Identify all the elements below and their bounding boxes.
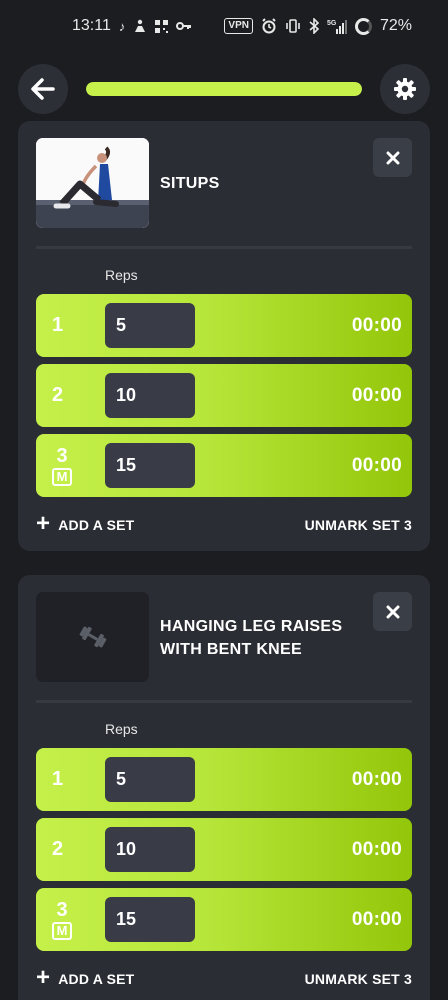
- reps-input[interactable]: 15: [105, 443, 195, 488]
- set-timer: 00:00: [351, 314, 402, 336]
- unmark-set-button[interactable]: UNMARK SET 3: [305, 517, 412, 533]
- svg-text:5G: 5G: [327, 20, 337, 27]
- exercise-thumbnail[interactable]: [36, 592, 149, 682]
- reps-input[interactable]: 5: [105, 757, 195, 802]
- person-icon: [133, 19, 147, 33]
- card-footer: + ADD A SET UNMARK SET 3: [36, 951, 412, 1000]
- back-button[interactable]: [18, 64, 68, 114]
- set-number: 3 M: [52, 434, 72, 497]
- status-right: VPN 5G 72%: [224, 17, 412, 35]
- arrow-left-icon: [31, 78, 55, 100]
- add-set-label: ADD A SET: [58, 971, 135, 987]
- settings-button[interactable]: [380, 64, 430, 114]
- set-number-label: 1: [52, 314, 64, 336]
- battery-icon: [354, 17, 372, 35]
- exercise-header: SITUPS: [36, 121, 412, 246]
- exercise-card-hanging-leg-raises: HANGING LEG RAISES WITH BENT KNEE Reps 1…: [18, 575, 430, 1000]
- reps-input[interactable]: 5: [105, 303, 195, 348]
- set-row[interactable]: 2 10 00:00: [36, 364, 412, 427]
- exercise-thumbnail[interactable]: [36, 138, 149, 228]
- set-row[interactable]: 3 M 15 00:00: [36, 888, 412, 951]
- exercise-title: SITUPS: [160, 175, 220, 192]
- remove-exercise-button[interactable]: [373, 592, 412, 631]
- reps-input[interactable]: 10: [105, 827, 195, 872]
- bluetooth-icon: [309, 18, 319, 34]
- set-row[interactable]: 1 5 00:00: [36, 294, 412, 357]
- vpn-icon: VPN: [224, 18, 253, 34]
- set-number-label: 2: [52, 838, 64, 860]
- set-timer: 00:00: [351, 768, 402, 790]
- set-row[interactable]: 1 5 00:00: [36, 748, 412, 811]
- dumbbell-icon: [79, 626, 106, 648]
- marked-set-badge: M: [52, 467, 72, 486]
- situps-illustration: [36, 138, 149, 228]
- unmark-set-button[interactable]: UNMARK SET 3: [305, 971, 412, 987]
- top-bar: [18, 64, 430, 114]
- add-set-button[interactable]: + ADD A SET: [36, 964, 135, 991]
- plus-icon: +: [36, 964, 51, 991]
- reps-column-label: Reps: [105, 721, 138, 737]
- exercise-card-situps: SITUPS Reps 1 5 00:00 2 10 00:00 3 M 15 …: [18, 121, 430, 551]
- set-timer: 00:00: [351, 454, 402, 476]
- gear-icon: [394, 78, 416, 100]
- set-number: 2: [52, 364, 63, 427]
- divider: [36, 700, 412, 703]
- reps-input[interactable]: 15: [105, 897, 195, 942]
- set-number-label: 1: [52, 768, 64, 790]
- set-row[interactable]: 2 10 00:00: [36, 818, 412, 881]
- set-number-label: 3: [56, 444, 68, 467]
- set-number: 2: [52, 818, 63, 881]
- plus-icon: +: [36, 510, 51, 537]
- add-set-label: ADD A SET: [58, 517, 135, 533]
- signal-icon: 5G: [327, 18, 347, 34]
- reps-column-label: Reps: [105, 267, 138, 283]
- workout-progress-bar: [86, 82, 362, 96]
- tiktok-icon: ♪: [118, 18, 126, 34]
- set-timer: 00:00: [351, 384, 402, 406]
- remove-exercise-button[interactable]: [373, 138, 412, 177]
- workout-progress-fill: [86, 82, 362, 96]
- status-left: 13:11 ♪: [72, 17, 192, 35]
- close-icon: [386, 151, 399, 164]
- reps-input[interactable]: 10: [105, 373, 195, 418]
- alarm-icon: [261, 18, 277, 34]
- exercise-header: HANGING LEG RAISES WITH BENT KNEE: [36, 575, 412, 700]
- status-bar: 13:11 ♪ VPN 5G 72%: [0, 0, 448, 52]
- marked-set-badge: M: [52, 921, 72, 940]
- vibrate-icon: [285, 18, 301, 34]
- set-number-label: 3: [56, 898, 68, 921]
- set-row[interactable]: 3 M 15 00:00: [36, 434, 412, 497]
- set-timer: 00:00: [351, 838, 402, 860]
- set-number: 3 M: [52, 888, 72, 951]
- divider: [36, 246, 412, 249]
- set-number: 1: [52, 748, 63, 811]
- clock: 13:11: [72, 17, 111, 34]
- set-number: 1: [52, 294, 63, 357]
- set-timer: 00:00: [351, 908, 402, 930]
- key-icon: [176, 21, 192, 31]
- battery-percent: 72%: [379, 17, 412, 34]
- close-icon: [386, 605, 399, 618]
- add-set-button[interactable]: + ADD A SET: [36, 510, 135, 537]
- qr-icon: [155, 19, 169, 33]
- set-number-label: 2: [52, 384, 64, 406]
- exercise-title: HANGING LEG RAISES WITH BENT KNEE: [160, 617, 343, 658]
- card-footer: + ADD A SET UNMARK SET 3: [36, 497, 412, 553]
